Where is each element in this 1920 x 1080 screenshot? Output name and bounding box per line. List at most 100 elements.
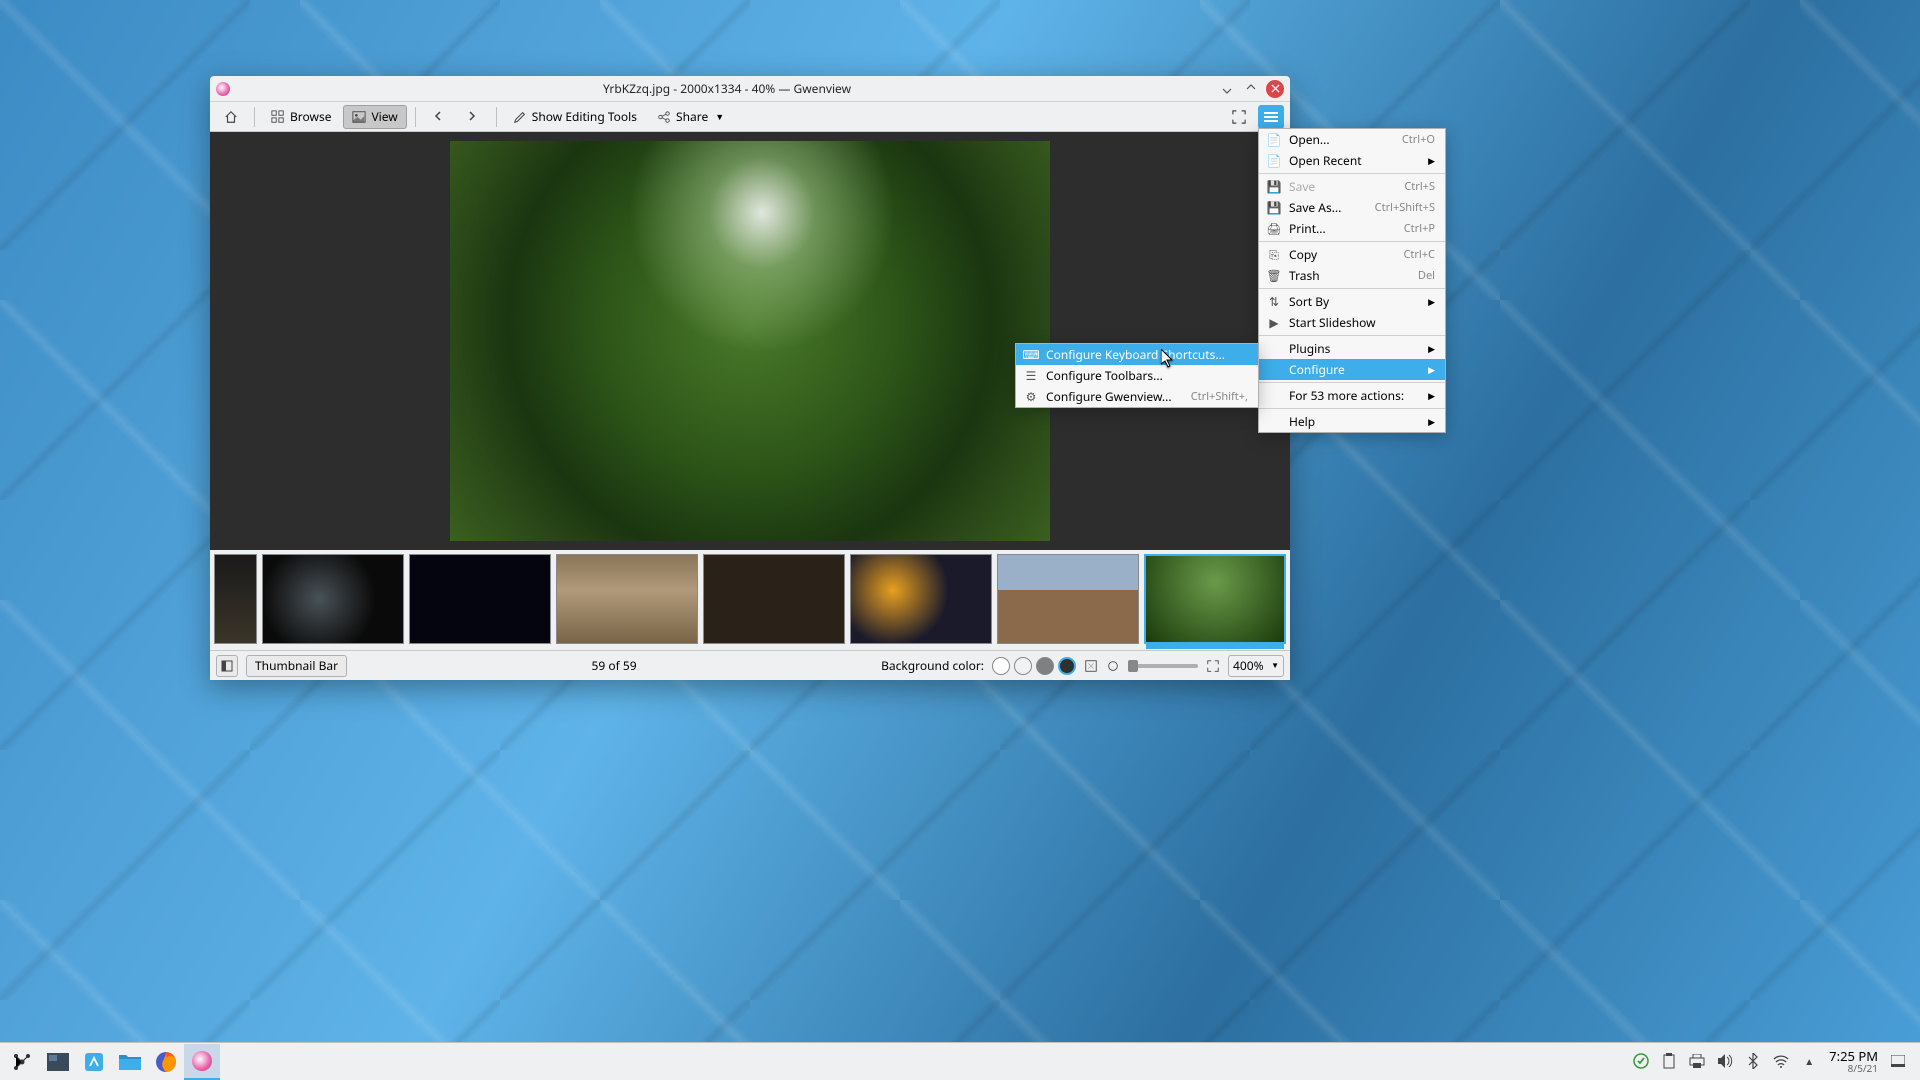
chevron-right-icon: ▶ xyxy=(1428,295,1435,308)
document-save-icon: 💾 xyxy=(1267,201,1281,215)
menu-configure-toolbars[interactable]: ☰Configure Toolbars... xyxy=(1016,365,1258,386)
bg-swatch-light[interactable] xyxy=(1014,657,1032,675)
menu-configure[interactable]: Configure▶ xyxy=(1259,359,1445,380)
hamburger-menu-button[interactable] xyxy=(1258,105,1284,129)
task-firefox[interactable] xyxy=(148,1044,184,1080)
tray-expand-icon[interactable]: ▲ xyxy=(1801,1053,1817,1069)
discover-icon xyxy=(83,1051,105,1073)
menu-slideshow[interactable]: ▶Start Slideshow xyxy=(1259,312,1445,333)
tray-network-icon[interactable] xyxy=(1773,1053,1789,1069)
tray-printer-icon[interactable] xyxy=(1689,1053,1705,1069)
pager-icon xyxy=(47,1053,69,1071)
document-open-icon: 📄 xyxy=(1267,154,1281,168)
close-button[interactable] xyxy=(1266,80,1284,98)
zoom-slider[interactable] xyxy=(1128,664,1198,668)
thumbnail-bar-label: Thumbnail Bar xyxy=(255,657,338,674)
thumbnail[interactable] xyxy=(703,554,845,644)
thumbnail-bar-button[interactable]: Thumbnail Bar xyxy=(246,655,347,677)
document-save-icon: 💾 xyxy=(1267,180,1281,194)
task-gwenview[interactable] xyxy=(184,1044,220,1080)
menu-save-as[interactable]: 💾Save As...Ctrl+Shift+S xyxy=(1259,197,1445,218)
menu-open-recent[interactable]: 📄Open Recent▶ xyxy=(1259,150,1445,171)
bg-swatch-gray[interactable] xyxy=(1036,657,1054,675)
zoom-fill-icon[interactable] xyxy=(1206,659,1220,673)
zoom-value: 400% xyxy=(1233,657,1264,674)
image-counter: 59 of 59 xyxy=(355,657,873,674)
home-icon xyxy=(224,110,238,124)
tray-bluetooth-icon[interactable] xyxy=(1745,1053,1761,1069)
chevron-right-icon: ▶ xyxy=(1428,154,1435,167)
zoom-combo[interactable]: 400% ▼ xyxy=(1228,655,1284,677)
hamburger-icon xyxy=(1264,116,1278,118)
view-button[interactable]: View xyxy=(343,105,406,129)
next-button[interactable] xyxy=(458,105,488,129)
statusbar: Thumbnail Bar 59 of 59 Background color:… xyxy=(210,650,1290,680)
gwenview-icon xyxy=(192,1051,212,1071)
thumbnail[interactable] xyxy=(214,554,257,644)
menu-help[interactable]: Help▶ xyxy=(1259,411,1445,432)
taskbar-clock[interactable]: 7:25 PM 8/5/21 xyxy=(1829,1049,1878,1074)
menu-copy[interactable]: ⎘CopyCtrl+C xyxy=(1259,244,1445,265)
displayed-image xyxy=(450,141,1050,541)
thumbnail[interactable] xyxy=(556,554,698,644)
thumbnail[interactable] xyxy=(997,554,1139,644)
bg-swatch-white[interactable] xyxy=(992,657,1010,675)
share-button[interactable]: Share ▼ xyxy=(649,105,732,129)
maximize-button[interactable] xyxy=(1242,80,1260,98)
menu-plugins[interactable]: Plugins▶ xyxy=(1259,338,1445,359)
chevron-left-icon xyxy=(432,110,446,124)
menu-more-actions[interactable]: For 53 more actions:▶ xyxy=(1259,385,1445,406)
zoom-fit-icon[interactable] xyxy=(1084,659,1098,673)
menu-open[interactable]: 📄Open...Ctrl+O xyxy=(1259,129,1445,150)
menu-configure-gwenview[interactable]: ⚙Configure Gwenview...Ctrl+Shift+, xyxy=(1016,386,1258,407)
browse-button[interactable]: Browse xyxy=(263,105,339,129)
thumbnail[interactable] xyxy=(409,554,551,644)
view-label: View xyxy=(371,108,397,125)
thumbnail[interactable] xyxy=(850,554,992,644)
tray-klipper-icon[interactable] xyxy=(1661,1053,1677,1069)
hamburger-menu: 📄Open...Ctrl+O 📄Open Recent▶ 💾SaveCtrl+S… xyxy=(1258,128,1446,433)
fullscreen-button[interactable] xyxy=(1224,105,1254,129)
play-icon: ▶ xyxy=(1267,316,1281,330)
task-dolphin[interactable] xyxy=(112,1044,148,1080)
thumbnail-selected[interactable] xyxy=(1144,554,1286,644)
trash-icon: 🗑 xyxy=(1267,269,1281,283)
minimize-button[interactable] xyxy=(1218,80,1236,98)
toolbar: Browse View Show Editing Tools Share ▼ xyxy=(210,102,1290,132)
thumbnail-strip xyxy=(210,550,1290,650)
chevron-right-icon: ▶ xyxy=(1428,415,1435,428)
copy-icon: ⎘ xyxy=(1267,248,1281,262)
taskbar: ▲ 7:25 PM 8/5/21 xyxy=(0,1042,1920,1080)
grid-icon xyxy=(271,110,285,124)
chevron-right-icon: ▶ xyxy=(1428,342,1435,355)
menu-print[interactable]: 🖨Print...Ctrl+P xyxy=(1259,218,1445,239)
system-tray: ▲ 7:25 PM 8/5/21 xyxy=(1623,1049,1916,1074)
gear-icon: ⚙ xyxy=(1024,390,1038,404)
menu-trash[interactable]: 🗑TrashDel xyxy=(1259,265,1445,286)
chevron-down-icon: ▼ xyxy=(1271,660,1279,671)
tray-show-desktop-icon[interactable] xyxy=(1890,1053,1906,1069)
prev-button[interactable] xyxy=(424,105,454,129)
zoom-100-icon[interactable] xyxy=(1106,659,1120,673)
tray-updates-icon[interactable] xyxy=(1633,1053,1649,1069)
document-open-icon: 📄 xyxy=(1267,133,1281,147)
show-editing-button[interactable]: Show Editing Tools xyxy=(505,105,645,129)
task-discover[interactable] xyxy=(76,1044,112,1080)
browse-label: Browse xyxy=(290,108,331,125)
sidebar-toggle-button[interactable] xyxy=(216,655,238,677)
image-icon xyxy=(352,110,366,124)
image-view[interactable] xyxy=(210,132,1290,550)
menu-configure-shortcuts[interactable]: ⌨Configure Keyboard Shortcuts... xyxy=(1016,344,1258,365)
sidebar-icon xyxy=(221,660,233,672)
task-pager[interactable] xyxy=(40,1044,76,1080)
titlebar[interactable]: YrbKZzq.jpg - 2000x1334 - 40% — Gwenview xyxy=(210,76,1290,102)
app-launcher-button[interactable] xyxy=(4,1044,40,1080)
sort-icon: ⇅ xyxy=(1267,295,1281,309)
configure-submenu: ⌨Configure Keyboard Shortcuts... ☰Config… xyxy=(1015,343,1259,408)
thumbnail[interactable] xyxy=(262,554,404,644)
home-button[interactable] xyxy=(216,105,246,129)
bg-color-picker xyxy=(992,657,1076,675)
tray-volume-icon[interactable] xyxy=(1717,1053,1733,1069)
bg-swatch-dark[interactable] xyxy=(1058,657,1076,675)
menu-sort-by[interactable]: ⇅Sort By▶ xyxy=(1259,291,1445,312)
